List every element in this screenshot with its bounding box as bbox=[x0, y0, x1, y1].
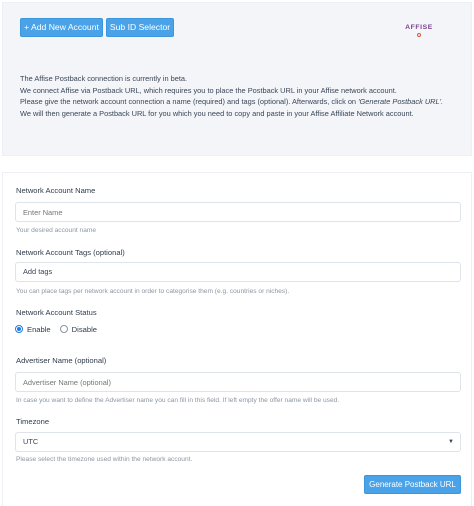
timezone-help: Please select the timezone used within t… bbox=[16, 456, 193, 463]
account-tags-input[interactable]: Add tags bbox=[15, 262, 461, 282]
intro-line-3-text: Please give the network account connecti… bbox=[20, 97, 359, 106]
intro-line-4: We will then generate a Postback URL for… bbox=[20, 108, 414, 118]
timezone-value: UTC bbox=[23, 437, 39, 446]
generate-postback-url-button[interactable]: Generate Postback URL bbox=[364, 475, 461, 494]
affise-logo-dot-icon bbox=[417, 33, 421, 37]
account-tags-value: Add tags bbox=[23, 267, 53, 276]
add-new-account-button[interactable]: + Add New Account bbox=[20, 18, 103, 37]
status-disable-label[interactable]: Disable bbox=[72, 325, 97, 334]
status-disable-radio[interactable] bbox=[59, 325, 68, 333]
status-enable-radio[interactable] bbox=[15, 325, 23, 333]
affise-logo-text: AFFISE bbox=[405, 24, 433, 31]
advertiser-name-input[interactable] bbox=[15, 372, 461, 392]
account-name-label: Network Account Name bbox=[16, 186, 96, 195]
account-status-label: Network Account Status bbox=[16, 308, 97, 317]
intro-line-3-emphasis: 'Generate Postback URL'. bbox=[358, 97, 444, 106]
account-status-radio-group: Enable Disable bbox=[15, 323, 106, 335]
timezone-label: Timezone bbox=[16, 417, 50, 426]
intro-line-2: We connect Affise via Postback URL, whic… bbox=[20, 85, 397, 95]
status-enable-label[interactable]: Enable bbox=[27, 325, 51, 334]
account-name-input[interactable] bbox=[15, 202, 461, 222]
sub-id-selector-button[interactable]: Sub ID Selector bbox=[106, 18, 174, 37]
intro-text: The Affise Postback connection is curren… bbox=[20, 73, 460, 119]
advertiser-name-label: Advertiser Name (optional) bbox=[16, 356, 107, 365]
account-tags-help: You can place tags per network account i… bbox=[16, 288, 290, 295]
intro-line-3: Please give the network account connecti… bbox=[20, 96, 460, 108]
account-tags-label: Network Account Tags (optional) bbox=[16, 248, 125, 257]
chevron-down-icon: ▼ bbox=[448, 439, 454, 445]
account-name-help: Your desired account name bbox=[16, 227, 97, 234]
timezone-select[interactable]: UTC ▼ bbox=[15, 432, 461, 452]
affise-logo: AFFISE bbox=[402, 24, 436, 40]
intro-line-1: The Affise Postback connection is curren… bbox=[20, 74, 188, 83]
advertiser-name-help: In case you want to define the Advertise… bbox=[16, 397, 340, 404]
